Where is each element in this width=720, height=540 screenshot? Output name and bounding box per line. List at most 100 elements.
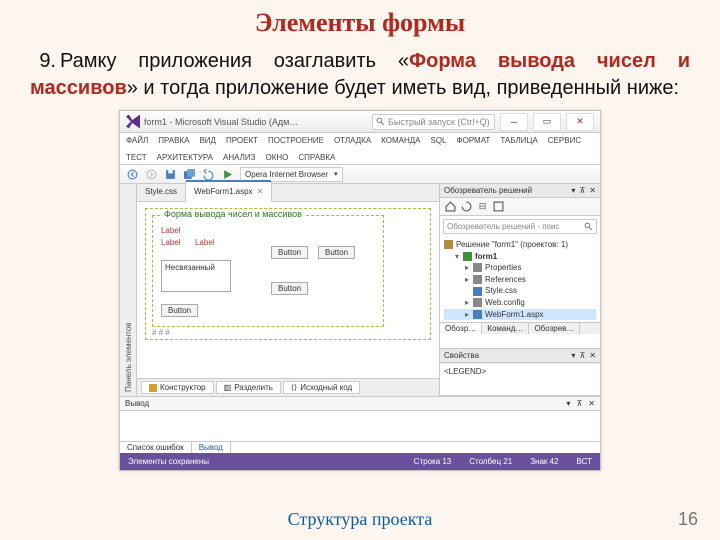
- solution-tree: Решение "form1" (проектов: 1) ▾form1 ▸Pr…: [440, 237, 600, 322]
- view-label: Исходный код: [300, 383, 352, 392]
- legend[interactable]: Форма вывода чисел и массивов: [161, 209, 305, 219]
- properties-icon[interactable]: [492, 200, 505, 213]
- tree-project[interactable]: ▾form1: [444, 251, 596, 263]
- save-icon[interactable]: [164, 168, 177, 181]
- label-1[interactable]: Label: [161, 226, 181, 235]
- status-line: Строка 13: [414, 457, 452, 466]
- menu-format[interactable]: ФОРМАТ: [457, 136, 491, 145]
- tab-webform[interactable]: WebForm1.aspx✕: [185, 181, 272, 202]
- editor-tabs: Style.css WebForm1.aspx✕: [137, 184, 439, 202]
- pin-icon[interactable]: ⊼: [576, 399, 582, 408]
- aspx-file-icon: [473, 310, 482, 319]
- menu-tools[interactable]: СЕРВИС: [548, 136, 581, 145]
- menu-help[interactable]: СПРАВКА: [298, 153, 335, 162]
- menu-file[interactable]: ФАЙЛ: [126, 136, 148, 145]
- rtab-browser[interactable]: Обозрев…: [529, 323, 580, 334]
- pin-icon[interactable]: ⊼: [579, 351, 585, 360]
- view-split[interactable]: ▥Разделить: [216, 381, 281, 394]
- run-icon[interactable]: [221, 168, 234, 181]
- pin-icon[interactable]: ⊼: [579, 186, 585, 195]
- menu-view[interactable]: ВИД: [199, 136, 216, 145]
- close-button[interactable]: ✕: [566, 113, 594, 131]
- tab-stylecss[interactable]: Style.css: [137, 182, 185, 201]
- menu-team[interactable]: КОМАНДА: [381, 136, 420, 145]
- rtab-explorer[interactable]: Обозр…: [440, 323, 482, 334]
- output-body[interactable]: [120, 411, 600, 441]
- tree-label: References: [485, 274, 526, 286]
- tree-properties[interactable]: ▸Properties: [444, 262, 596, 274]
- page-number: 16: [678, 509, 698, 530]
- fieldset[interactable]: Форма вывода чисел и массивов Label Labe…: [152, 215, 384, 327]
- tree-webform[interactable]: ▸ WebForm1.aspx: [444, 309, 596, 321]
- textbox-value: Несвязанный: [165, 263, 215, 272]
- solution-search[interactable]: Обозреватель решений - поис: [443, 219, 597, 234]
- close-icon[interactable]: ✕: [589, 186, 596, 195]
- collapse-icon[interactable]: ⊟: [476, 200, 489, 213]
- close-icon[interactable]: ✕: [588, 399, 595, 408]
- chevron-down-icon[interactable]: ▾: [571, 351, 575, 360]
- body-after: » и тогда приложение будет иметь вид, пр…: [127, 77, 679, 99]
- quick-launch-placeholder: Быстрый запуск (Ctrl+Q): [388, 117, 490, 127]
- chevron-down-icon[interactable]: ▾: [571, 186, 575, 195]
- menu-project[interactable]: ПРОЕКТ: [226, 136, 258, 145]
- toolbox-title: Панель элементов: [124, 184, 133, 396]
- tree-stylecss[interactable]: Style.css: [444, 285, 596, 297]
- rtab-team[interactable]: Команд…: [482, 323, 529, 334]
- tree-label: WebForm1.aspx: [485, 309, 544, 321]
- tab-error-list[interactable]: Список ошибок: [120, 442, 192, 453]
- expand-icon[interactable]: ▸: [464, 274, 470, 286]
- view-source[interactable]: ⟨⟩Исходный код: [283, 381, 360, 394]
- button-1[interactable]: Button: [271, 246, 308, 259]
- expand-icon[interactable]: ▸: [464, 297, 470, 309]
- expand-icon[interactable]: ▸: [464, 309, 470, 321]
- chevron-down-icon[interactable]: ▾: [566, 399, 570, 408]
- save-all-icon[interactable]: [183, 168, 196, 181]
- tree-references[interactable]: ▸ References: [444, 274, 596, 286]
- tree-label: Web.config: [485, 297, 525, 309]
- solution-icon: [444, 240, 453, 249]
- menu-window[interactable]: ОКНО: [265, 153, 288, 162]
- references-icon: [473, 275, 482, 284]
- maximize-button[interactable]: ▭: [533, 113, 561, 131]
- menu-test[interactable]: ТЕСТ: [126, 153, 147, 162]
- menu-arch[interactable]: АРХИТЕКТУРА: [157, 153, 213, 162]
- expand-icon[interactable]: ▸: [464, 262, 470, 274]
- chevron-down-icon: ▾: [334, 170, 338, 178]
- right-panel-tabs: Обозр… Команд… Обозрев…: [440, 322, 600, 334]
- list-number: 9.: [30, 48, 56, 75]
- close-icon[interactable]: ✕: [257, 187, 264, 196]
- view-design[interactable]: Конструктор: [141, 381, 214, 394]
- quick-launch-input[interactable]: Быстрый запуск (Ctrl+Q): [372, 114, 495, 130]
- expand-icon[interactable]: ▾: [454, 251, 460, 263]
- menu-build[interactable]: ПОСТРОЕНИЕ: [268, 136, 324, 145]
- menu-sql[interactable]: SQL: [430, 136, 446, 145]
- button-2[interactable]: Button: [318, 246, 355, 259]
- tree-webconfig[interactable]: ▸ Web.config: [444, 297, 596, 309]
- menu-bar: ФАЙЛ ПРАВКА ВИД ПРОЕКТ ПОСТРОЕНИЕ ОТЛАДК…: [120, 133, 600, 165]
- tree-solution[interactable]: Решение "form1" (проектов: 1): [444, 239, 596, 251]
- body-before: Рамку приложения озаглавить «: [60, 50, 409, 72]
- designer-surface[interactable]: Форма вывода чисел и массивов Label Labe…: [137, 202, 439, 378]
- status-col: Столбец 21: [469, 457, 512, 466]
- toolbox-panel[interactable]: Панель элементов: [120, 184, 137, 396]
- close-icon[interactable]: ✕: [589, 351, 596, 360]
- refresh-icon[interactable]: [460, 200, 473, 213]
- view-label: Разделить: [234, 383, 273, 392]
- undo-icon[interactable]: [202, 168, 215, 181]
- nav-back-icon[interactable]: [126, 168, 139, 181]
- label-3[interactable]: Label: [195, 238, 215, 247]
- minimize-button[interactable]: ─: [500, 113, 528, 131]
- menu-table[interactable]: ТАБЛИЦА: [500, 136, 537, 145]
- button-3[interactable]: Button: [271, 282, 308, 295]
- menu-edit[interactable]: ПРАВКА: [158, 136, 189, 145]
- title-bar: form1 - Microsoft Visual Studio (Адм… Бы…: [120, 111, 600, 133]
- textbox[interactable]: Несвязанный: [161, 260, 231, 292]
- button-4[interactable]: Button: [161, 304, 198, 317]
- main-area: Панель элементов Style.css WebForm1.aspx…: [120, 184, 600, 396]
- tab-output[interactable]: Вывод: [192, 442, 231, 453]
- nav-fwd-icon[interactable]: [145, 168, 158, 181]
- menu-analyze[interactable]: АНАЛИЗ: [223, 153, 255, 162]
- home-icon[interactable]: [444, 200, 457, 213]
- label-2[interactable]: Label: [161, 238, 181, 247]
- menu-debug[interactable]: ОТЛАДКА: [334, 136, 371, 145]
